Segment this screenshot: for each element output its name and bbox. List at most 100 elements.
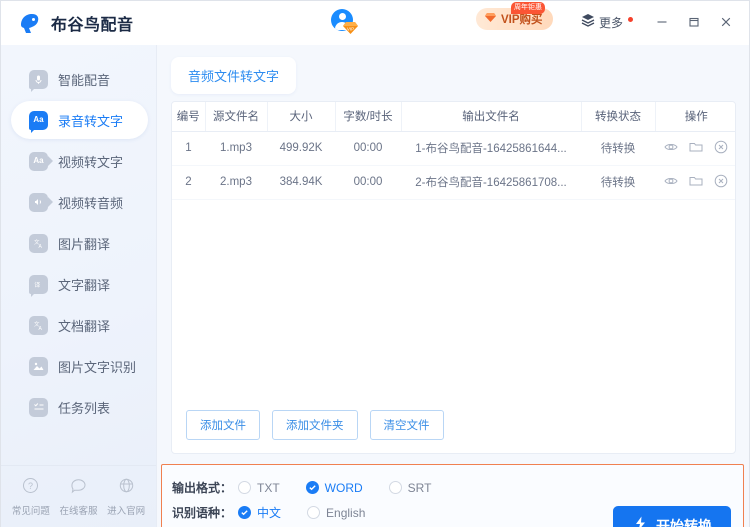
output-format-row: 输出格式： TXT WORD SRT <box>172 475 743 500</box>
sidebar-item-video-to-text[interactable]: Aa 视频转文字 <box>11 142 148 180</box>
bird-logo-icon <box>17 11 42 36</box>
eye-icon[interactable] <box>664 174 678 191</box>
svg-text:VIP: VIP <box>347 27 354 32</box>
column-header-no: 编号 <box>172 102 206 132</box>
image-translate-icon: 文 A <box>29 233 48 253</box>
footer-item-website[interactable]: 进入官网 <box>103 477 149 517</box>
mic-bubble-icon <box>29 69 48 92</box>
sidebar-item-image-ocr[interactable]: 图片文字识别 <box>11 347 148 385</box>
folder-icon[interactable] <box>689 140 703 157</box>
start-convert-label: 开始转换 <box>656 518 712 527</box>
minimize-button[interactable] <box>647 9 677 35</box>
radio-indicator <box>307 506 321 519</box>
radio-indicator <box>238 506 251 519</box>
table-header-row: 编号 源文件名 大小 字数/时长 输出文件名 转换状态 操作 <box>172 102 735 132</box>
sidebar-item-label: 视频转文字 <box>58 154 124 170</box>
sidebar-footer: ? 常见问题 在线客服 进入官网 <box>1 465 156 527</box>
column-header-duration: 字数/时长 <box>335 102 402 132</box>
sidebar-item-label: 任务列表 <box>58 400 111 416</box>
sidebar-item-video-to-audio[interactable]: 视频转音频 <box>11 183 148 221</box>
text-translate-icon: 译 <box>29 274 48 297</box>
radio-label: English <box>326 505 366 520</box>
footer-item-faq[interactable]: ? 常见问题 <box>8 477 54 517</box>
cell-no: 2 <box>172 165 205 200</box>
column-header-source: 源文件名 <box>205 102 268 132</box>
maximize-button[interactable] <box>679 9 709 35</box>
tab-bar: 音频文件转文字 <box>157 45 749 94</box>
app-window: 布谷鸟配音 VIP VIP购买 周年钜惠 更多 智能配音 Aa 录音转文字 Aa… <box>0 0 750 527</box>
more-button[interactable]: 更多 <box>581 13 634 32</box>
sidebar-item-audio-to-text[interactable]: Aa 录音转文字 <box>11 101 148 139</box>
cell-duration: 00:00 <box>335 131 401 166</box>
vip-diamond-icon: VIP <box>342 21 359 35</box>
cell-output: 2-布谷鸟配音-16425861708... <box>401 165 581 200</box>
sidebar-item-smart-dubbing[interactable]: 智能配音 <box>11 60 148 98</box>
doc-translate-icon: 文 A <box>29 315 48 335</box>
add-file-button[interactable]: 添加文件 <box>186 410 260 440</box>
footer-label: 常见问题 <box>11 505 50 517</box>
sidebar-item-label: 图片翻译 <box>58 236 111 252</box>
svg-text:A: A <box>38 244 42 249</box>
close-circle-icon[interactable] <box>714 174 728 191</box>
video-audio-icon <box>29 192 53 212</box>
column-header-actions: 操作 <box>655 102 735 132</box>
aa-bubble-icon: Aa <box>29 110 48 133</box>
avatar[interactable]: VIP <box>331 9 361 37</box>
sidebar-item-label: 文档翻译 <box>58 318 111 334</box>
sidebar-nav: 智能配音 Aa 录音转文字 Aa 视频转文字 视频转音频 文 A 图片翻译 译 … <box>1 45 156 426</box>
radio-language-chinese[interactable]: 中文 <box>238 504 281 521</box>
vip-diamond-icon <box>484 10 497 28</box>
footer-label: 在线客服 <box>59 505 98 517</box>
column-header-status: 转换状态 <box>581 102 656 132</box>
eye-icon[interactable] <box>664 140 678 157</box>
card-action-buttons: 添加文件 添加文件夹 清空文件 <box>186 410 444 440</box>
clear-files-button[interactable]: 清空文件 <box>369 410 444 440</box>
window-controls <box>647 9 741 35</box>
radio-format-word[interactable]: WORD <box>305 480 363 495</box>
radio-format-srt[interactable]: SRT <box>388 481 431 495</box>
sidebar-item-task-list[interactable]: 任务列表 <box>11 388 148 426</box>
cell-duration: 00:00 <box>335 165 401 200</box>
more-label: 更多 <box>599 16 624 30</box>
cell-source: 1.mp3 <box>205 131 267 166</box>
language-label: 识别语种： <box>172 506 233 520</box>
add-folder-button[interactable]: 添加文件夹 <box>272 410 358 440</box>
radio-label: 中文 <box>257 506 282 520</box>
column-header-output: 输出文件名 <box>401 102 582 132</box>
task-list-icon <box>29 397 48 417</box>
globe-icon <box>118 477 135 499</box>
cell-actions <box>655 131 735 166</box>
tab-audio-file-to-text[interactable]: 音频文件转文字 <box>171 57 297 94</box>
cell-actions <box>655 165 735 200</box>
cell-source: 2.mp3 <box>205 165 267 200</box>
cell-output: 1-布谷鸟配音-16425861644... <box>401 131 581 166</box>
cell-status: 待转换 <box>581 131 655 166</box>
app-title: 布谷鸟配音 <box>51 17 134 34</box>
sidebar-item-label: 图片文字识别 <box>58 359 137 375</box>
radio-indicator <box>305 481 319 494</box>
radio-indicator <box>238 481 251 494</box>
svg-text:?: ? <box>28 481 33 491</box>
sidebar-item-doc-translate[interactable]: 文 A 文档翻译 <box>11 306 148 344</box>
table-row[interactable]: 2 2.mp3 384.94K 00:00 2-布谷鸟配音-1642586170… <box>172 165 735 200</box>
brand: 布谷鸟配音 <box>17 11 134 36</box>
sidebar-item-label: 视频转音频 <box>58 195 124 211</box>
close-button[interactable] <box>711 9 741 35</box>
radio-format-txt[interactable]: TXT <box>238 481 280 495</box>
close-circle-icon[interactable] <box>714 140 728 157</box>
layers-icon <box>581 13 595 32</box>
radio-language-english[interactable]: English <box>307 506 365 520</box>
folder-icon[interactable] <box>689 174 703 191</box>
sidebar-item-label: 智能配音 <box>58 72 111 88</box>
footer-item-support[interactable]: 在线客服 <box>55 477 101 517</box>
video-aa-icon: Aa <box>29 151 53 171</box>
cell-size: 384.94K <box>267 165 335 200</box>
table-row[interactable]: 1 1.mp3 499.92K 00:00 1-布谷鸟配音-1642586164… <box>172 131 735 166</box>
radio-label: WORD <box>324 480 363 495</box>
sidebar-item-label: 录音转文字 <box>58 113 124 129</box>
sidebar-item-image-translate[interactable]: 文 A 图片翻译 <box>11 224 148 262</box>
sidebar-item-text-translate[interactable]: 译 文字翻译 <box>11 265 148 303</box>
lightning-icon <box>632 515 649 527</box>
cell-no: 1 <box>172 131 205 166</box>
start-convert-button[interactable]: 开始转换 <box>613 506 731 527</box>
